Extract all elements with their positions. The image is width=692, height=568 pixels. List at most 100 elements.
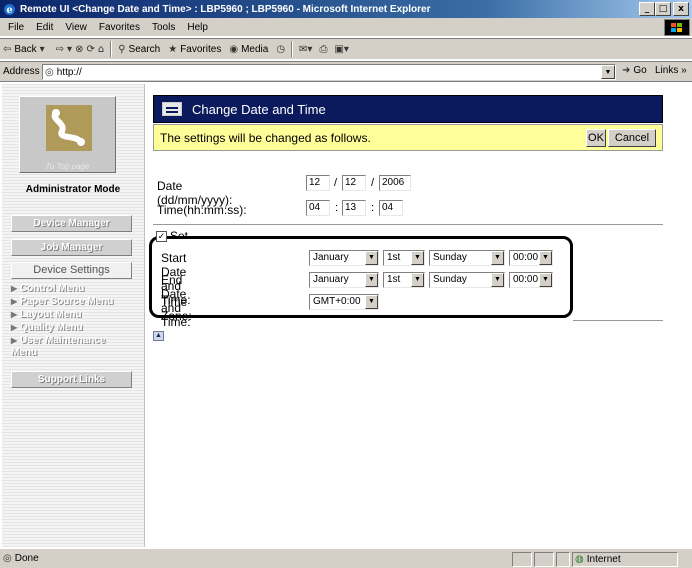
- time-second-input[interactable]: 04: [379, 200, 403, 216]
- cancel-button[interactable]: Cancel: [608, 129, 656, 147]
- menu-edit[interactable]: Edit: [30, 22, 59, 33]
- support-links-button[interactable]: Support Links: [11, 371, 132, 388]
- address-dropdown-icon[interactable]: ▼: [601, 65, 615, 79]
- job-manager-button[interactable]: Job Manager: [11, 239, 132, 256]
- history-icon[interactable]: ◷: [276, 44, 285, 55]
- triangle-right-icon: ▶: [11, 323, 18, 332]
- notice-text: The settings will be changed as follows.: [160, 130, 371, 145]
- status-text: Done: [14, 553, 39, 564]
- left-panel: To Top page Administrator Mode Device Ma…: [2, 84, 144, 547]
- links-button[interactable]: Links »: [655, 65, 687, 76]
- end-day-select[interactable]: 1st ▼: [383, 272, 425, 288]
- favorites-label: Favorites: [180, 43, 222, 55]
- end-weekday-select[interactable]: Sunday ▼: [429, 272, 505, 288]
- user-maintenance-menu-link[interactable]: ▶ User Maintenance Menu: [11, 335, 121, 359]
- dropdown-arrow-icon: ▼: [365, 295, 378, 309]
- time-hour-input[interactable]: 04: [306, 200, 330, 216]
- time-zone-label: Time Zone:: [161, 295, 192, 323]
- menu-help[interactable]: Help: [181, 22, 214, 33]
- date-day-input[interactable]: 12: [306, 175, 330, 191]
- search-icon: ⚲: [118, 43, 126, 55]
- start-time-select[interactable]: 00:00 ▼: [509, 250, 553, 266]
- start-weekday-value: Sunday: [433, 252, 467, 263]
- zone-cell: ◍ Internet: [572, 552, 678, 567]
- favorites-button[interactable]: ★ Favorites: [168, 44, 221, 55]
- user-maintenance-menu-label: User Maintenance Menu: [11, 335, 106, 358]
- end-time-value: 00:00: [513, 274, 539, 285]
- page-top-icon[interactable]: ▲: [153, 331, 164, 341]
- paper-source-menu-link[interactable]: ▶ Paper Source Menu: [11, 296, 113, 308]
- status-bar: ◎ Done ◍ Internet: [0, 548, 692, 568]
- favorites-icon: ★: [168, 43, 178, 55]
- forward-dropdown-icon[interactable]: ▾: [67, 44, 72, 55]
- device-settings-button[interactable]: Device Settings: [11, 262, 132, 279]
- menu-favorites[interactable]: Favorites: [93, 22, 146, 33]
- menu-file[interactable]: File: [2, 22, 30, 33]
- edit-icon[interactable]: ▣▾: [334, 44, 348, 55]
- triangle-right-icon: ▶: [11, 336, 18, 345]
- panel-divider: [144, 84, 145, 547]
- dst-checkbox[interactable]: ✓: [156, 231, 167, 242]
- time-label: Time(hh:mm:ss):: [157, 203, 247, 217]
- triangle-right-icon: ▶: [11, 310, 18, 319]
- layout-menu-link[interactable]: ▶ Layout Menu: [11, 309, 82, 321]
- keyboard-icon: [162, 102, 182, 116]
- address-value: http://: [56, 66, 82, 78]
- quality-menu-link[interactable]: ▶ Quality Menu: [11, 322, 83, 334]
- window-title: Remote UI <Change Date and Time> : LBP59…: [20, 3, 431, 15]
- dropdown-arrow-icon: ▾: [39, 43, 45, 55]
- end-month-select[interactable]: January ▼: [309, 272, 379, 288]
- control-menu-link[interactable]: ▶ Control Menu: [11, 283, 84, 295]
- end-day-value: 1st: [387, 274, 401, 285]
- minimize-button[interactable]: _: [639, 2, 655, 16]
- home-icon[interactable]: ⌂: [98, 44, 104, 55]
- maximize-button[interactable]: □: [655, 2, 671, 16]
- status-cell: [556, 552, 570, 567]
- stop-icon[interactable]: ⊗: [75, 44, 83, 55]
- media-label: Media: [241, 43, 269, 55]
- to-top-page-button[interactable]: To Top page: [19, 96, 116, 173]
- links-label: Links: [655, 65, 679, 76]
- dropdown-arrow-icon: ▼: [411, 273, 424, 287]
- triangle-right-icon: ▶: [11, 297, 18, 306]
- start-weekday-select[interactable]: Sunday ▼: [429, 250, 505, 266]
- end-time-select[interactable]: 00:00 ▼: [509, 272, 553, 288]
- control-menu-label: Control Menu: [19, 283, 85, 294]
- device-manager-button[interactable]: Device Manager: [11, 215, 132, 232]
- date-month-input[interactable]: 12: [342, 175, 366, 191]
- time-minute-input[interactable]: 13: [342, 200, 366, 216]
- start-day-select[interactable]: 1st ▼: [383, 250, 425, 266]
- close-button[interactable]: x: [673, 2, 689, 16]
- menu-tools[interactable]: Tools: [146, 22, 181, 33]
- back-arrow-icon: ⇦: [3, 43, 12, 55]
- search-button[interactable]: ⚲ Search: [118, 44, 160, 55]
- dropdown-arrow-icon: ▼: [365, 273, 378, 287]
- time-zone-select[interactable]: GMT+0:00 ▼: [309, 294, 379, 310]
- menu-view[interactable]: View: [59, 22, 93, 33]
- forward-arrow-icon[interactable]: ⇨: [56, 44, 64, 55]
- time-zone-value: GMT+0:00: [313, 296, 361, 307]
- svg-text:e: e: [6, 5, 12, 16]
- refresh-icon[interactable]: ⟳: [86, 44, 94, 55]
- dst-label: Set Daylight Saving Time: [170, 229, 189, 237]
- print-icon[interactable]: ⎙: [319, 44, 327, 55]
- go-arrow-icon: ➜: [622, 65, 631, 76]
- ok-button[interactable]: OK: [586, 129, 606, 147]
- windows-logo-icon: [664, 19, 690, 36]
- toolbar-separator: [291, 41, 294, 57]
- start-month-value: January: [313, 252, 349, 263]
- address-input[interactable]: ◎ http:// ▼: [42, 64, 616, 80]
- start-day-value: 1st: [387, 252, 401, 263]
- media-button[interactable]: ◉ Media: [229, 44, 268, 55]
- time-separator: :: [335, 202, 339, 214]
- date-separator: /: [371, 177, 375, 189]
- back-button[interactable]: ⇦ Back ▾: [3, 44, 48, 55]
- go-button[interactable]: ➜ Go: [622, 65, 647, 76]
- start-month-select[interactable]: January ▼: [309, 250, 379, 266]
- dropdown-arrow-icon: ▼: [365, 251, 378, 265]
- mail-icon[interactable]: ✉▾: [299, 44, 312, 55]
- media-icon: ◉: [229, 43, 239, 55]
- window-titlebar: e Remote UI <Change Date and Time> : LBP…: [0, 0, 692, 18]
- date-year-input[interactable]: 2006: [379, 175, 411, 191]
- back-label: Back: [14, 43, 37, 55]
